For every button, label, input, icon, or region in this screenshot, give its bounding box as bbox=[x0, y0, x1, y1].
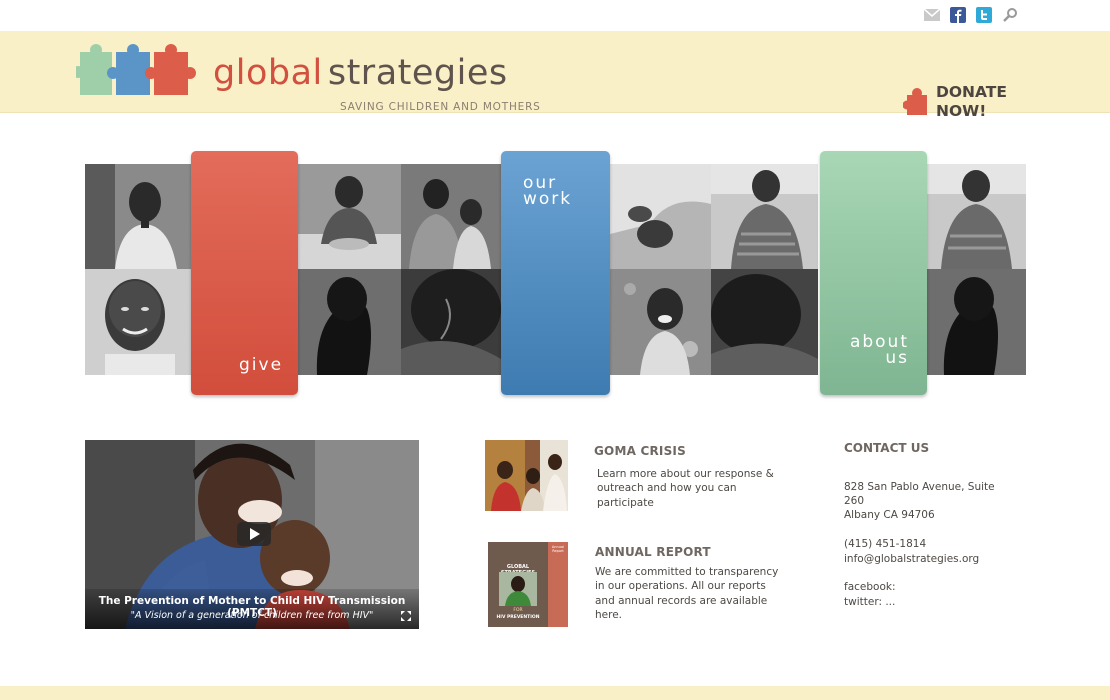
puzzle-piece-icon bbox=[903, 88, 927, 115]
photo-child-smiling bbox=[610, 269, 711, 375]
contact-address-line3: Albany CA 94706 bbox=[844, 509, 935, 521]
photo-mother-child bbox=[401, 164, 501, 269]
donate-button[interactable]: DONATE NOW! bbox=[903, 83, 1007, 121]
brand-primary: global bbox=[213, 53, 323, 93]
goma-crisis-thumbnail[interactable] bbox=[485, 440, 568, 511]
contact-heading: CONTACT US bbox=[844, 441, 930, 455]
photo-closeup-2 bbox=[711, 269, 818, 375]
contact-phone[interactable]: (415) 451-1814 bbox=[844, 538, 926, 550]
tagline: SAVING CHILDREN AND MOTHERS bbox=[340, 101, 541, 113]
about-us-tile[interactable]: about us bbox=[820, 151, 927, 395]
about-us-line2: us bbox=[885, 348, 909, 368]
give-label: give bbox=[239, 355, 284, 375]
play-icon bbox=[250, 528, 260, 540]
photo-woman-dress bbox=[711, 164, 818, 269]
photo-silhouette bbox=[297, 269, 401, 375]
donate-label: DONATE NOW! bbox=[936, 83, 1007, 121]
search-icon[interactable] bbox=[1002, 7, 1018, 23]
contact-email[interactable]: info@globalstrategies.org bbox=[844, 553, 979, 565]
report-cover-photo bbox=[499, 572, 537, 606]
goma-crisis-text: Learn more about our response & outreach… bbox=[597, 468, 774, 509]
annual-report-title[interactable]: ANNUAL REPORT bbox=[595, 545, 711, 559]
donate-line1: DONATE bbox=[936, 83, 1007, 101]
contact-twitter[interactable]: twitter: ... bbox=[844, 596, 895, 608]
email-icon[interactable] bbox=[924, 7, 940, 23]
our-work-label: our work bbox=[523, 175, 573, 209]
about-us-label: about us bbox=[850, 334, 909, 368]
report-cover-subtitle: HIV PREVENTION bbox=[496, 615, 540, 620]
donate-line2: NOW! bbox=[936, 102, 987, 120]
contact-address-line1: 828 San Pablo Avenue, Suite bbox=[844, 481, 995, 493]
photo-hands bbox=[610, 164, 711, 269]
contact-facebook[interactable]: facebook: bbox=[844, 581, 896, 593]
play-button[interactable] bbox=[237, 522, 271, 546]
video-quote: "A Vision of a generation of children fr… bbox=[130, 610, 374, 621]
brand-name: global strategies bbox=[213, 53, 508, 93]
photo-nurse bbox=[85, 164, 191, 269]
goma-crisis-title[interactable]: GOMA CRISIS bbox=[594, 444, 686, 458]
contact-address-line2: 260 bbox=[844, 495, 865, 507]
puzzle-logo-icon bbox=[76, 44, 196, 95]
footer-bar bbox=[0, 686, 1110, 700]
top-bar bbox=[0, 0, 1110, 31]
report-cover-main: GLOBAL STRATEGIES FOR HIV PREVENTION bbox=[488, 542, 548, 627]
give-tile[interactable]: give bbox=[191, 151, 298, 395]
photo-woman-dress-2 bbox=[926, 164, 1026, 269]
photo-woman-table bbox=[297, 164, 401, 269]
photo-boy bbox=[85, 269, 191, 375]
photo-closeup-1 bbox=[401, 269, 501, 375]
twitter-icon[interactable] bbox=[976, 7, 992, 23]
photo-silhouette-2 bbox=[926, 269, 1026, 375]
our-work-tile[interactable]: our work bbox=[501, 151, 610, 395]
our-work-line2: work bbox=[523, 189, 573, 209]
report-cover-side: Annual Report bbox=[551, 545, 565, 553]
report-cover-for: FOR bbox=[513, 608, 523, 613]
brand-secondary: strategies bbox=[327, 53, 508, 93]
social-icons bbox=[924, 7, 1018, 23]
annual-report-text: We are committed to transparency in our … bbox=[595, 566, 779, 621]
annual-report-cover[interactable]: GLOBAL STRATEGIES FOR HIV PREVENTION Ann… bbox=[488, 542, 568, 627]
fullscreen-icon[interactable] bbox=[401, 611, 411, 621]
site-header: global strategies SAVING CHILDREN AND MO… bbox=[0, 31, 1110, 120]
facebook-icon[interactable] bbox=[950, 7, 966, 23]
puzzle-logo[interactable]: global strategies SAVING CHILDREN AND MO… bbox=[76, 42, 540, 113]
